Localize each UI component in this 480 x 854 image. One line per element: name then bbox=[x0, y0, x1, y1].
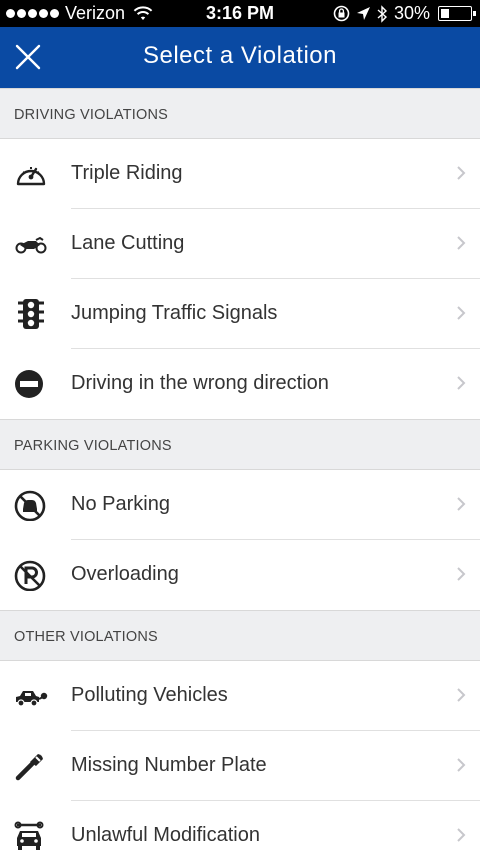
motorcycle-icon bbox=[15, 236, 47, 254]
navigation-bar: Select a Violation bbox=[0, 27, 480, 88]
battery-icon bbox=[438, 6, 476, 21]
traffic-light-icon bbox=[18, 299, 44, 329]
section-header-parking: PARKING VIOLATIONS bbox=[0, 419, 480, 470]
chevron-right-icon bbox=[457, 166, 466, 180]
list-item-lane-cutting[interactable]: Lane Cutting bbox=[0, 209, 480, 279]
list-item-missing-number-plate[interactable]: Missing Number Plate bbox=[0, 731, 480, 801]
list-item-label: No Parking bbox=[71, 493, 170, 515]
chevron-right-icon bbox=[457, 567, 466, 581]
section-header-driving: DRIVING VIOLATIONS bbox=[0, 88, 480, 139]
list-item-overloading[interactable]: Overloading bbox=[0, 540, 480, 610]
chevron-right-icon bbox=[457, 758, 466, 772]
list-item-triple-riding[interactable]: Triple Riding bbox=[0, 139, 480, 209]
list-item-label: Driving in the wrong direction bbox=[71, 372, 329, 394]
chevron-right-icon bbox=[457, 828, 466, 842]
status-right: 30% bbox=[333, 3, 476, 24]
chevron-right-icon bbox=[457, 306, 466, 320]
section-header-other: OTHER VIOLATIONS bbox=[0, 610, 480, 661]
chevron-right-icon bbox=[457, 497, 466, 511]
exhaust-car-icon bbox=[16, 691, 48, 707]
list-item-label: Overloading bbox=[71, 563, 179, 585]
no-entry-icon bbox=[15, 370, 43, 398]
list-item-label: Missing Number Plate bbox=[71, 754, 267, 776]
list-item-jumping-traffic-signals[interactable]: Jumping Traffic Signals bbox=[0, 279, 480, 349]
status-bar: Verizon 3:16 PM 30% bbox=[0, 0, 480, 27]
list-item-label: Polluting Vehicles bbox=[71, 684, 228, 706]
bluetooth-icon bbox=[377, 4, 387, 23]
location-arrow-icon bbox=[356, 7, 370, 20]
list-item-label: Unlawful Modification bbox=[71, 824, 260, 846]
no-parking-icon bbox=[14, 560, 46, 591]
rotation-lock-icon bbox=[333, 5, 350, 22]
list-item-label: Jumping Traffic Signals bbox=[71, 302, 278, 324]
violation-list: DRIVING VIOLATIONS Triple Riding Lane Cu… bbox=[0, 88, 480, 854]
list-item-no-parking[interactable]: No Parking bbox=[0, 470, 480, 540]
car-wrench-icon bbox=[14, 821, 44, 850]
no-car-icon bbox=[14, 490, 46, 521]
battery-percent: 30% bbox=[393, 3, 430, 23]
list-item-unlawful-modification[interactable]: Unlawful Modification bbox=[0, 801, 480, 854]
battery-fill bbox=[441, 9, 449, 18]
chevron-right-icon bbox=[457, 688, 466, 702]
list-item-label: Triple Riding bbox=[71, 162, 183, 184]
list-item-label: Lane Cutting bbox=[71, 232, 185, 254]
wrench-icon bbox=[15, 754, 43, 781]
page-title: Select a Violation bbox=[142, 42, 337, 69]
chevron-right-icon bbox=[457, 376, 466, 390]
chevron-right-icon bbox=[457, 236, 466, 250]
list-item-driving-wrong-direction[interactable]: Driving in the wrong direction bbox=[0, 349, 480, 419]
list-item-polluting-vehicles[interactable]: Polluting Vehicles bbox=[0, 661, 480, 731]
speedometer-icon bbox=[16, 167, 46, 186]
